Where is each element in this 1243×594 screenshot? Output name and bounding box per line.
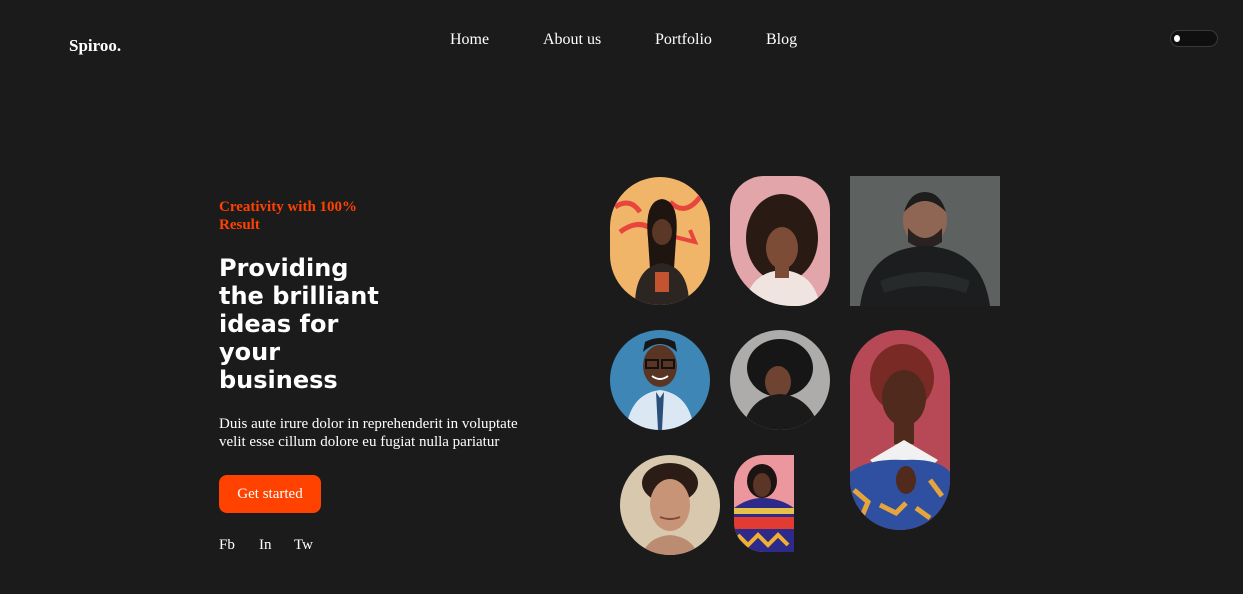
toggle-knob [1174, 35, 1180, 42]
hero-description: Duis aute irure dolor in reprehenderit i… [219, 416, 518, 450]
nav-home[interactable]: Home [450, 31, 489, 49]
gallery-photo-4 [610, 330, 710, 430]
hero-tagline: Creativity with 100% Result [219, 199, 358, 233]
social-twitter-link[interactable]: Tw [294, 537, 313, 554]
social-facebook-link[interactable]: Fb [219, 537, 235, 554]
get-started-button[interactable]: Get started [219, 475, 321, 513]
nav-portfolio[interactable]: Portfolio [655, 31, 712, 49]
gallery-photo-1 [610, 177, 710, 305]
theme-toggle[interactable] [1170, 30, 1218, 47]
logo[interactable]: Spiroo. [69, 36, 121, 56]
social-linkedin-link[interactable]: In [259, 537, 272, 554]
nav-about-us[interactable]: About us [543, 31, 601, 49]
hero-headline: Providing the brilliant ideas for your b… [219, 254, 379, 394]
gallery-photo-6 [850, 330, 950, 530]
gallery-photo-8 [734, 455, 794, 552]
gallery-photo-3 [850, 176, 1000, 306]
gallery-photo-2 [730, 176, 830, 306]
gallery-photo-5 [730, 330, 830, 430]
gallery-photo-7 [620, 455, 720, 555]
nav-blog[interactable]: Blog [766, 31, 797, 49]
